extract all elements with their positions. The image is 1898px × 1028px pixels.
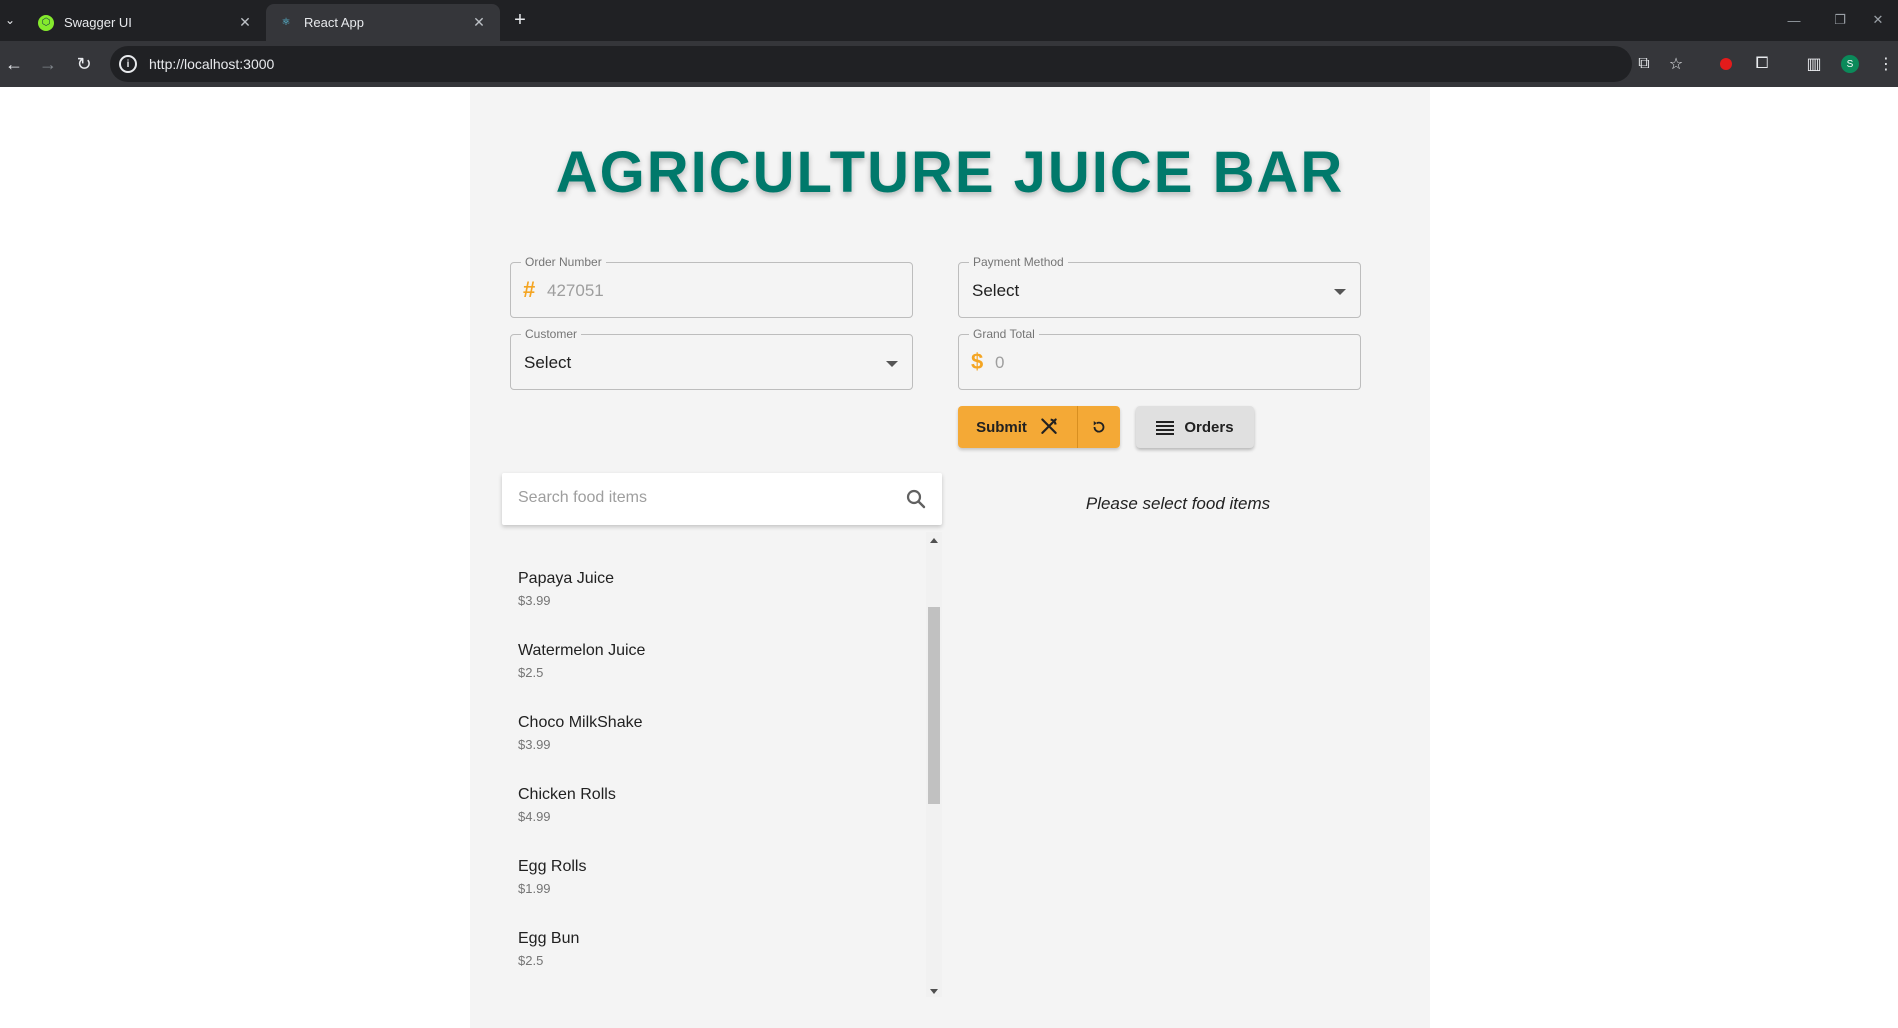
submit-label: Submit (976, 418, 1027, 436)
list-item[interactable]: Chicken Rolls $4.99 (518, 786, 616, 824)
site-info-icon[interactable]: i (119, 55, 137, 73)
close-tab-icon[interactable]: ✕ (470, 14, 488, 31)
dropdown-arrow-icon (886, 361, 898, 367)
payment-method-value: Select (972, 281, 1020, 300)
food-item-name: Egg Rolls (518, 858, 587, 875)
url-text[interactable]: http://localhost:3000 (149, 56, 274, 72)
record-extension-icon[interactable] (1714, 52, 1738, 76)
payment-method-select[interactable]: Payment Method Select (958, 255, 1361, 318)
profile-avatar[interactable]: S (1838, 52, 1862, 76)
browser-toolbar: ← → ↻ i http://localhost:3000 ⧉ ☆ ⧠ ▥ S … (0, 41, 1898, 87)
address-bar[interactable]: i http://localhost:3000 (110, 46, 1632, 82)
customer-select[interactable]: Customer Select (510, 327, 913, 390)
reset-icon (1093, 421, 1105, 433)
minimize-icon[interactable]: — (1774, 6, 1814, 34)
list-item[interactable]: Papaya Juice $3.99 (518, 570, 614, 608)
hash-icon: # (523, 277, 536, 302)
submit-button[interactable]: Submit (958, 406, 1078, 448)
search-icon[interactable] (904, 487, 928, 511)
order-form-paper: AGRICULTURE JUICE BAR Order Number # 427… (470, 87, 1430, 1028)
list-item[interactable]: Choco MilkShake $3.99 (518, 714, 643, 752)
order-number-value: 427051 (547, 281, 604, 300)
food-item-price: $2.5 (518, 953, 544, 968)
food-item-price: $1.99 (518, 881, 551, 896)
grand-total-field[interactable]: Grand Total $ 0 (958, 327, 1361, 390)
tab-search-icon[interactable]: ⌄ (0, 8, 20, 32)
orders-label: Orders (1184, 418, 1234, 436)
grand-total-label: Grand Total (969, 327, 1039, 341)
empty-order-message: Please select food items (1085, 494, 1271, 513)
food-item-price: $2.5 (518, 665, 544, 680)
search-food-input[interactable]: Search food items (502, 473, 942, 525)
page-title: AGRICULTURE JUICE BAR (555, 140, 1345, 205)
react-favicon-icon: ⚛ (281, 17, 291, 28)
scroll-up-arrow-icon[interactable] (930, 538, 938, 543)
tab-swagger-ui[interactable]: ⬡ Swagger UI ✕ (26, 4, 266, 41)
bookmark-star-icon[interactable]: ☆ (1664, 52, 1688, 76)
search-placeholder: Search food items (518, 489, 647, 506)
browser-tab-bar: ⌄ ⬡ Swagger UI ✕ ⚛ React App ✕ + — ❐ ✕ (0, 0, 1898, 41)
swagger-favicon-icon: ⬡ (38, 14, 54, 31)
restaurant-utensils-icon (1041, 418, 1057, 434)
orders-button[interactable]: Orders (1136, 406, 1254, 448)
grand-total-value: 0 (995, 353, 1005, 372)
food-item-name: Watermelon Juice (518, 642, 646, 659)
payment-method-label: Payment Method (969, 255, 1068, 269)
food-item-name: Papaya Juice (518, 570, 615, 587)
tab-title: Swagger UI (64, 15, 132, 30)
forward-arrow-icon[interactable]: → (36, 52, 60, 76)
list-item[interactable]: Egg Rolls $1.99 (518, 858, 586, 896)
list-scrollbar-thumb[interactable] (928, 607, 940, 804)
side-panel-icon[interactable]: ▥ (1802, 52, 1826, 76)
new-tab-plus-icon[interactable]: + (508, 8, 532, 32)
food-item-price: $3.99 (518, 737, 551, 752)
list-item[interactable]: Egg Bun $2.5 (518, 930, 579, 968)
customer-label: Customer (521, 327, 582, 341)
profile-initial: S (1841, 55, 1859, 73)
food-item-price: $4.99 (518, 809, 551, 824)
reset-button[interactable] (1078, 406, 1120, 448)
list-menu-icon (1156, 421, 1175, 435)
food-items-list: Papaya Juice $3.99 Watermelon Juice $2.5… (502, 532, 942, 997)
tab-react-app[interactable]: ⚛ React App ✕ (266, 4, 500, 41)
order-number-label: Order Number (521, 255, 606, 269)
dropdown-arrow-icon (1334, 289, 1346, 295)
close-window-icon[interactable]: ✕ (1858, 6, 1898, 34)
food-item-price: $3.99 (518, 593, 551, 608)
reload-icon[interactable]: ↻ (72, 52, 96, 76)
submit-button-group: Submit (958, 406, 1120, 448)
list-item[interactable]: Watermelon Juice $2.5 (518, 642, 645, 680)
customer-value: Select (524, 353, 572, 372)
food-item-name: Egg Bun (518, 930, 580, 947)
food-item-name: Choco MilkShake (518, 714, 643, 731)
back-arrow-icon[interactable]: ← (2, 52, 26, 76)
page: AGRICULTURE JUICE BAR Order Number # 427… (0, 87, 1898, 1028)
order-number-field[interactable]: Order Number # 427051 (510, 255, 913, 318)
install-app-icon[interactable]: ⧉ (1632, 52, 1656, 76)
restore-icon[interactable]: ❐ (1820, 6, 1860, 34)
tab-title: React App (304, 15, 364, 30)
food-item-name: Chicken Rolls (518, 786, 616, 803)
extensions-puzzle-icon[interactable]: ⧠ (1750, 52, 1774, 76)
menu-kebab-icon[interactable]: ⋮ (1874, 52, 1898, 76)
close-tab-icon[interactable]: ✕ (236, 14, 254, 31)
dollar-icon: $ (971, 349, 984, 374)
scroll-down-arrow-icon[interactable] (930, 989, 938, 994)
